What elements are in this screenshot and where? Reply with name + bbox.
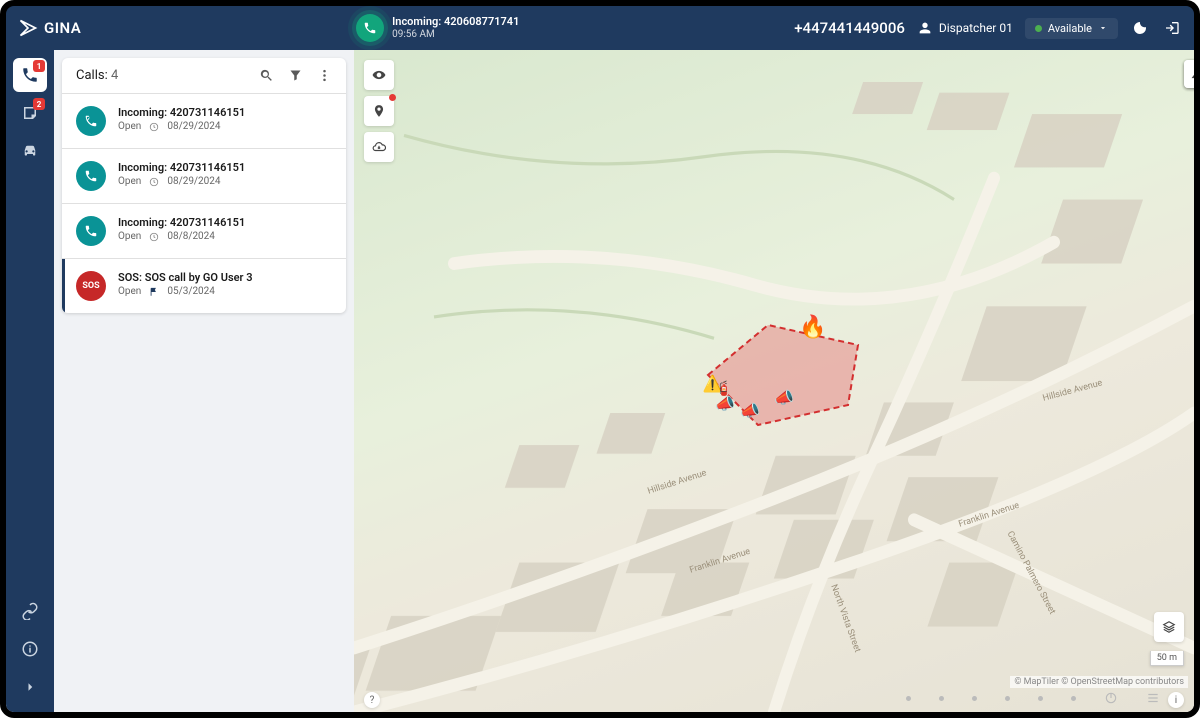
notes-badge: 2 — [33, 98, 45, 110]
call-row[interactable]: SOS SOS: SOS call by GO User 3 Open 05/3… — [62, 259, 346, 313]
flag-icon — [149, 287, 159, 297]
call-row[interactable]: Incoming: 420731146151 Open 08/29/2024 — [62, 149, 346, 204]
status-dot-icon — [1035, 25, 1042, 32]
call-row[interactable]: Incoming: 420731146151 Open 08/29/2024 — [62, 94, 346, 149]
incoming-call-icon — [356, 14, 384, 42]
rail-link-button[interactable] — [13, 594, 47, 628]
clock-icon — [149, 232, 159, 242]
user-menu[interactable]: Dispatcher 01 — [917, 20, 1013, 36]
terrain-icon — [1191, 67, 1194, 81]
app-logo: GINA — [18, 18, 81, 38]
eye-icon — [372, 68, 386, 82]
incoming-call-indicator[interactable]: Incoming: 420608771741 09:56 AM — [356, 14, 519, 42]
filter-icon[interactable] — [288, 68, 303, 83]
calls-panel: Calls: 4 Incom — [54, 50, 354, 712]
moon-icon — [1132, 20, 1148, 36]
unit-marker[interactable]: 📣 — [740, 401, 760, 420]
incoming-call-row-icon — [76, 216, 106, 246]
availability-dropdown[interactable]: Available — [1025, 18, 1118, 39]
call-title: Incoming: 420731146151 — [118, 216, 245, 229]
rail-info-button[interactable] — [13, 632, 47, 666]
link-icon — [21, 602, 39, 620]
left-rail: 1 2 — [6, 50, 54, 712]
clock-icon — [149, 177, 159, 187]
rail-vehicles-button[interactable] — [13, 134, 47, 168]
alert-dot-icon — [389, 94, 396, 101]
top-bar: GINA Incoming: 420608771741 09:56 AM +44… — [6, 6, 1194, 50]
call-title: SOS: SOS call by GO User 3 — [118, 271, 253, 284]
calls-badge: 1 — [33, 60, 45, 72]
cloud-download-icon — [372, 140, 386, 154]
map-scale: 50 m — [1150, 651, 1184, 666]
hazard-zone — [698, 315, 868, 435]
sos-call-row-icon: SOS — [76, 271, 106, 301]
rail-calls-button[interactable]: 1 — [13, 58, 47, 92]
logo-icon — [18, 18, 38, 38]
tilt-button[interactable] — [1184, 60, 1194, 88]
fire-icon: 🔥 — [799, 315, 826, 340]
info-icon — [21, 640, 39, 658]
dark-mode-button[interactable] — [1130, 18, 1150, 38]
logout-icon — [1164, 20, 1180, 36]
incoming-call-row-icon — [76, 106, 106, 136]
map-canvas[interactable]: 🔥 ⚠️ 🧯 📣 📣 📣 Hillside Avenue Franklin Av… — [354, 50, 1194, 712]
visibility-toggle-button[interactable] — [364, 60, 394, 90]
call-title: Incoming: 420731146151 — [118, 161, 245, 174]
rail-notes-button[interactable]: 2 — [13, 96, 47, 130]
search-icon[interactable] — [259, 68, 274, 83]
station-phone: +447441449006 — [794, 19, 905, 37]
pin-icon — [372, 104, 386, 118]
unit-marker[interactable]: 📣 — [715, 394, 735, 413]
user-icon — [917, 20, 933, 36]
call-title: Incoming: 420731146151 — [118, 106, 245, 119]
app-name: GINA — [44, 19, 81, 37]
more-icon[interactable] — [317, 68, 332, 83]
call-row[interactable]: Incoming: 420731146151 Open 08/8/2024 — [62, 204, 346, 259]
layers-button[interactable] — [1154, 612, 1184, 642]
clock-icon — [149, 122, 159, 132]
layers-icon — [1162, 620, 1176, 634]
logout-button[interactable] — [1162, 18, 1182, 38]
device-dock — [0, 678, 1200, 718]
unit-marker[interactable]: 📣 — [774, 388, 794, 407]
chevron-down-icon — [1098, 23, 1108, 33]
menu-icon — [1146, 691, 1160, 705]
car-icon — [21, 142, 39, 160]
incoming-call-row-icon — [76, 161, 106, 191]
calls-panel-header: Calls: 4 — [62, 58, 346, 94]
locate-button[interactable] — [364, 96, 394, 126]
download-area-button[interactable] — [364, 132, 394, 162]
power-icon — [1104, 691, 1118, 705]
